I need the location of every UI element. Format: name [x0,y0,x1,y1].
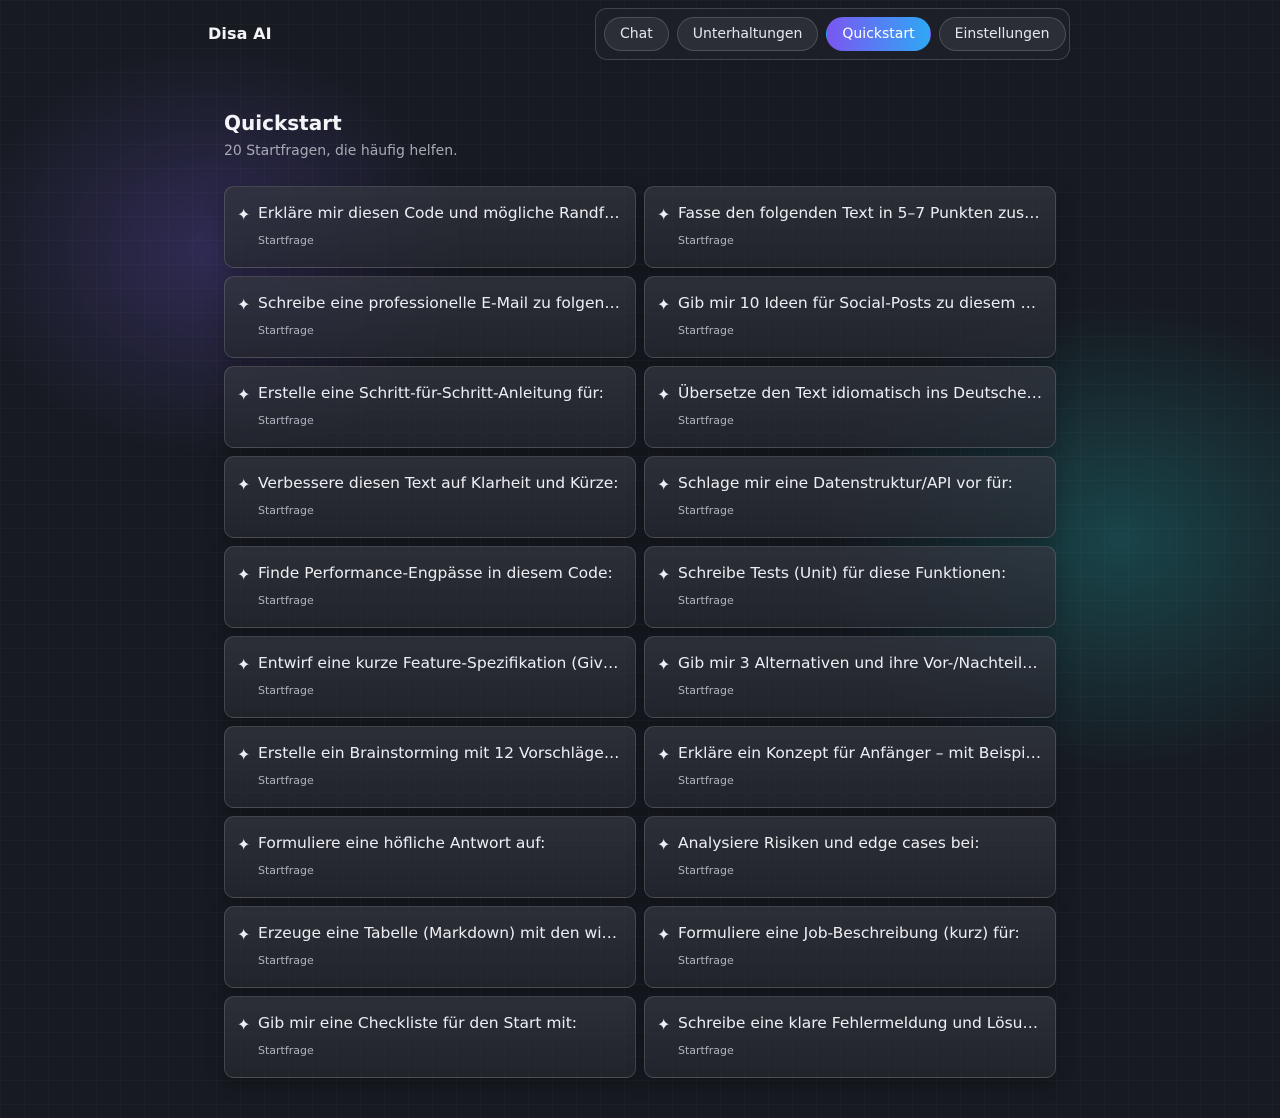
prompt-card[interactable]: ✦ Schreibe Tests (Unit) für diese Funkti… [644,546,1056,628]
prompt-card[interactable]: ✦ Erkläre mir diesen Code und mögliche R… [224,186,636,268]
sparkle-icon: ✦ [657,475,671,494]
prompt-label: Startfrage [258,684,314,697]
prompt-label: Startfrage [258,234,314,247]
sparkle-icon: ✦ [237,835,251,854]
app-brand: Disa AI [208,24,272,43]
prompt-card[interactable]: ✦ Erzeuge eine Tabelle (Markdown) mit de… [224,906,636,988]
prompt-card[interactable]: ✦ Schreibe eine klare Fehlermeldung und … [644,996,1056,1078]
sparkle-icon: ✦ [657,295,671,314]
prompt-label: Startfrage [678,504,734,517]
prompt-card[interactable]: ✦ Erstelle eine Schritt-für-Schritt-Anle… [224,366,636,448]
prompt-title: Entwirf eine kurze Feature-Spezifikation… [258,654,623,672]
sparkle-icon: ✦ [657,655,671,674]
tab-quickstart[interactable]: Quickstart [826,17,931,51]
prompt-label: Startfrage [258,594,314,607]
sparkle-icon: ✦ [657,385,671,404]
prompt-label: Startfrage [258,774,314,787]
prompt-card[interactable]: ✦ Verbessere diesen Text auf Klarheit un… [224,456,636,538]
prompt-title: Formuliere eine höfliche Antwort auf: [258,834,546,852]
sparkle-icon: ✦ [237,745,251,764]
prompt-title: Finde Performance-Engpässe in diesem Cod… [258,564,613,582]
prompt-card[interactable]: ✦ Entwirf eine kurze Feature-Spezifikati… [224,636,636,718]
prompt-title: Erstelle eine Schritt-für-Schritt-Anleit… [258,384,604,402]
prompt-card[interactable]: ✦ Analysiere Risiken und edge cases bei:… [644,816,1056,898]
prompt-label: Startfrage [258,324,314,337]
sparkle-icon: ✦ [657,1015,671,1034]
prompt-title: Analysiere Risiken und edge cases bei: [678,834,980,852]
prompt-label: Startfrage [258,954,314,967]
prompt-title: Gib mir 10 Ideen für Social-Posts zu die… [678,294,1043,312]
prompt-card[interactable]: ✦ Formuliere eine höfliche Antwort auf: … [224,816,636,898]
sparkle-icon: ✦ [237,1015,251,1034]
sparkle-icon: ✦ [237,565,251,584]
sparkle-icon: ✦ [237,655,251,674]
prompt-title: Erstelle ein Brainstorming mit 12 Vorsch… [258,744,623,762]
prompt-card[interactable]: ✦ Gib mir eine Checkliste für den Start … [224,996,636,1078]
prompt-title: Schreibe eine professionelle E-Mail zu f… [258,294,623,312]
prompt-card[interactable]: ✦ Finde Performance-Engpässe in diesem C… [224,546,636,628]
prompt-label: Startfrage [258,864,314,877]
prompt-title: Erkläre ein Konzept für Anfänger – mit B… [678,744,1043,762]
prompt-label: Startfrage [678,954,734,967]
prompt-card[interactable]: ✦ Schlage mir eine Datenstruktur/API vor… [644,456,1056,538]
sparkle-icon: ✦ [657,205,671,224]
prompt-label: Startfrage [678,684,734,697]
prompt-title: Erkläre mir diesen Code und mögliche Ran… [258,204,623,222]
prompt-label: Startfrage [678,594,734,607]
prompt-title: Schreibe Tests (Unit) für diese Funktion… [678,564,1007,582]
prompt-title: Gib mir 3 Alternativen und ihre Vor-/Nac… [678,654,1043,672]
prompt-card[interactable]: ✦ Schreibe eine professionelle E-Mail zu… [224,276,636,358]
prompt-label: Startfrage [678,324,734,337]
prompt-title: Schlage mir eine Datenstruktur/API vor f… [678,474,1013,492]
top-nav: Chat Unterhaltungen Quickstart Einstellu… [595,8,1070,60]
sparkle-icon: ✦ [657,835,671,854]
sparkle-icon: ✦ [657,745,671,764]
prompt-label: Startfrage [258,1044,314,1057]
sparkle-icon: ✦ [657,565,671,584]
page-subtitle: 20 Startfragen, die häufig helfen. [224,143,458,159]
prompt-title: Fasse den folgenden Text in 5–7 Punkten … [678,204,1043,222]
prompt-card[interactable]: ✦ Erkläre ein Konzept für Anfänger – mit… [644,726,1056,808]
prompt-title: Formuliere eine Job-Beschreibung (kurz) … [678,924,1020,942]
sparkle-icon: ✦ [237,385,251,404]
prompt-title: Übersetze den Text idiomatisch ins Deuts… [678,384,1043,402]
prompt-label: Startfrage [258,504,314,517]
tab-einstellungen[interactable]: Einstellungen [938,17,1066,51]
prompt-title: Schreibe eine klare Fehlermeldung und Lö… [678,1014,1043,1032]
prompt-card[interactable]: ✦ Gib mir 10 Ideen für Social-Posts zu d… [644,276,1056,358]
prompt-label: Startfrage [678,774,734,787]
prompt-label: Startfrage [258,414,314,427]
tab-unterhaltungen[interactable]: Unterhaltungen [676,17,819,51]
sparkle-icon: ✦ [237,925,251,944]
sparkle-icon: ✦ [237,475,251,494]
prompt-label: Startfrage [678,1044,734,1057]
sparkle-icon: ✦ [657,925,671,944]
prompt-label: Startfrage [678,414,734,427]
prompt-card[interactable]: ✦ Formuliere eine Job-Beschreibung (kurz… [644,906,1056,988]
sparkle-icon: ✦ [237,205,251,224]
prompt-title: Verbessere diesen Text auf Klarheit und … [258,474,619,492]
prompt-grid: ✦ Erkläre mir diesen Code und mögliche R… [224,186,1056,1078]
sparkle-icon: ✦ [237,295,251,314]
tab-chat[interactable]: Chat [604,17,669,51]
prompt-label: Startfrage [678,234,734,247]
prompt-title: Erzeuge eine Tabelle (Markdown) mit den … [258,924,623,942]
prompt-card[interactable]: ✦ Übersetze den Text idiomatisch ins Deu… [644,366,1056,448]
prompt-label: Startfrage [678,864,734,877]
prompt-card[interactable]: ✦ Gib mir 3 Alternativen und ihre Vor-/N… [644,636,1056,718]
prompt-card[interactable]: ✦ Erstelle ein Brainstorming mit 12 Vors… [224,726,636,808]
page-title: Quickstart [224,111,342,135]
prompt-card[interactable]: ✦ Fasse den folgenden Text in 5–7 Punkte… [644,186,1056,268]
prompt-title: Gib mir eine Checkliste für den Start mi… [258,1014,578,1032]
